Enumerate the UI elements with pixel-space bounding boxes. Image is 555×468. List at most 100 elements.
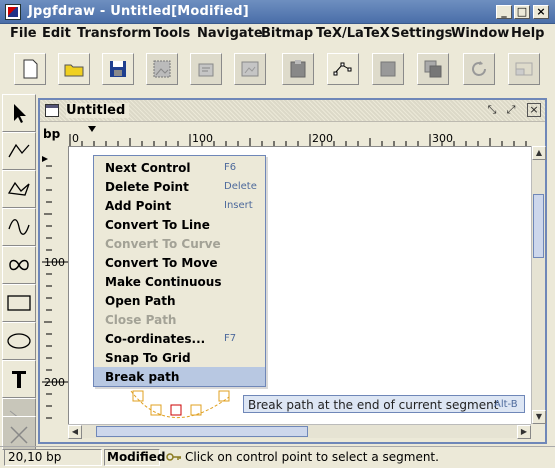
scroll-up-icon[interactable]: ▲ xyxy=(532,146,546,160)
menu-item-convert-to-line[interactable]: Convert To Line xyxy=(94,215,265,234)
unit-label: bp xyxy=(43,127,61,141)
menu-item-label: Co-ordinates... xyxy=(105,332,206,346)
control-point[interactable] xyxy=(218,390,230,402)
menu-item-label: Convert To Curve xyxy=(105,237,221,251)
menu-window[interactable]: Window xyxy=(451,26,509,41)
curve-tool-button[interactable] xyxy=(2,208,36,246)
ruler-label: 0 xyxy=(72,132,79,145)
select-tool-button[interactable] xyxy=(2,94,36,132)
control-point[interactable] xyxy=(150,404,162,416)
tooltip-text: Break path at the end of current segment xyxy=(248,398,499,412)
scale-icon xyxy=(515,62,533,76)
back-icon xyxy=(424,60,442,78)
rectangle-icon xyxy=(7,295,31,311)
menu-item-open-path[interactable]: Open Path xyxy=(94,291,265,310)
edit-path-button[interactable] xyxy=(327,53,359,85)
menu-item-label: Delete Point xyxy=(105,180,189,194)
closed-line-tool-button[interactable] xyxy=(2,170,36,208)
paste-button[interactable] xyxy=(282,53,314,85)
frame-button[interactable] xyxy=(234,53,266,85)
horizontal-scroll-thumb[interactable] xyxy=(96,426,308,437)
menu-help[interactable]: Help xyxy=(511,26,544,41)
construct-button[interactable] xyxy=(190,53,222,85)
menu-item-delete-point[interactable]: Delete Point Delete xyxy=(94,177,265,196)
close-window-button[interactable]: × xyxy=(533,5,549,19)
maximize-button[interactable]: □ xyxy=(514,5,530,19)
move-to-back-button[interactable] xyxy=(417,53,449,85)
frame-titlebar[interactable]: Untitled ⤡ ⤢ × xyxy=(40,100,545,122)
horizontal-ruler: 0 100 200 300 xyxy=(68,124,531,146)
frame-restore-icon[interactable]: ⤢ xyxy=(503,103,519,118)
selected-control-point[interactable] xyxy=(170,404,182,416)
frame-iconify-icon[interactable]: ⤡ xyxy=(484,103,500,118)
move-to-front-button[interactable] xyxy=(372,53,404,85)
frame-icon xyxy=(241,61,259,77)
status-bar: 20,10 bp Modified Click on control point… xyxy=(0,446,555,468)
ruler-label: 100 xyxy=(44,256,65,269)
menu-item-label: Convert To Move xyxy=(105,256,218,270)
menu-item-label: Convert To Line xyxy=(105,218,210,232)
path-segment[interactable] xyxy=(130,390,230,418)
frame-window-icon xyxy=(45,104,59,117)
open-button[interactable] xyxy=(58,53,90,85)
scroll-corner xyxy=(531,424,545,438)
menu-file[interactable]: File xyxy=(10,26,37,41)
menu-item-next-control[interactable]: Next Control F6 xyxy=(94,158,265,177)
scale-button[interactable] xyxy=(508,53,540,85)
rotate-icon xyxy=(472,61,486,76)
scroll-down-icon[interactable]: ▼ xyxy=(532,410,546,424)
menu-item-label: Next Control xyxy=(105,161,191,175)
text-tool-button[interactable] xyxy=(2,360,36,398)
select-image-button[interactable] xyxy=(146,53,178,85)
app-icon[interactable] xyxy=(5,4,21,20)
menu-bitmap[interactable]: Bitmap xyxy=(261,26,313,41)
menu-edit[interactable]: Edit xyxy=(42,26,71,41)
close-tool-button[interactable] xyxy=(2,416,36,450)
menu-item-make-continuous[interactable]: Make Continuous xyxy=(94,272,265,291)
menu-item-close-path: Close Path xyxy=(94,310,265,329)
menu-settings[interactable]: Settings xyxy=(391,26,452,41)
rectangle-tool-button[interactable] xyxy=(2,284,36,322)
menu-item-label: Make Continuous xyxy=(105,275,222,289)
vertical-scrollbar[interactable]: ▲ ▼ xyxy=(531,146,546,424)
horizontal-ruler-ticks xyxy=(69,126,527,146)
horizontal-scrollbar[interactable]: ◀ ▶ xyxy=(68,424,531,439)
control-point[interactable] xyxy=(190,404,202,416)
menu-item-snap-to-grid[interactable]: Snap To Grid xyxy=(94,348,265,367)
menu-item-add-point[interactable]: Add Point Insert xyxy=(94,196,265,215)
closed-curve-tool-button[interactable] xyxy=(2,246,36,284)
minimize-button[interactable]: _ xyxy=(496,5,512,19)
menu-item-break-path[interactable]: Break path xyxy=(94,367,265,386)
save-button[interactable] xyxy=(102,53,134,85)
infinity-loop-icon xyxy=(9,259,29,271)
open-line-tool-button[interactable] xyxy=(2,132,36,170)
menu-item-label: Add Point xyxy=(105,199,172,213)
menu-transform[interactable]: Transform xyxy=(77,26,151,41)
menu-item-coordinates[interactable]: Co-ordinates... F7 xyxy=(94,329,265,348)
modified-indicator: Modified xyxy=(104,449,166,466)
tooltip-shortcut: Alt-B xyxy=(494,399,518,410)
new-document-button[interactable] xyxy=(14,53,46,85)
ellipse-tool-button[interactable] xyxy=(2,322,36,360)
window-title: Jpgfdraw - Untitled[Modified] xyxy=(28,4,249,19)
scroll-left-icon[interactable]: ◀ xyxy=(68,425,82,439)
menu-tools[interactable]: Tools xyxy=(153,26,190,41)
menu-item-label: Open Path xyxy=(105,294,176,308)
window-titlebar[interactable]: Jpgfdraw - Untitled[Modified] _ □ × xyxy=(0,0,555,24)
menu-tex-latex[interactable]: TeX/LaTeX xyxy=(316,26,390,41)
tool-palette xyxy=(2,94,36,450)
coordinates-readout: 20,10 bp xyxy=(4,449,102,466)
menu-item-convert-to-move[interactable]: Convert To Move xyxy=(94,253,265,272)
menu-navigate[interactable]: Navigate xyxy=(197,26,263,41)
frame-close-icon[interactable]: × xyxy=(527,103,541,117)
vertical-ruler: 100 200 xyxy=(40,146,68,426)
context-menu: Next Control F6 Delete Point Delete Add Po… xyxy=(93,155,266,387)
scroll-right-icon[interactable]: ▶ xyxy=(517,425,531,439)
rotate-button[interactable] xyxy=(463,53,495,85)
select-image-icon xyxy=(153,60,171,78)
ruler-label: 300 xyxy=(432,132,453,145)
menu-item-label: Close Path xyxy=(105,313,177,327)
vertical-scroll-thumb[interactable] xyxy=(533,194,544,258)
edit-path-icon xyxy=(333,62,352,76)
ruler-position-marker xyxy=(42,156,48,162)
